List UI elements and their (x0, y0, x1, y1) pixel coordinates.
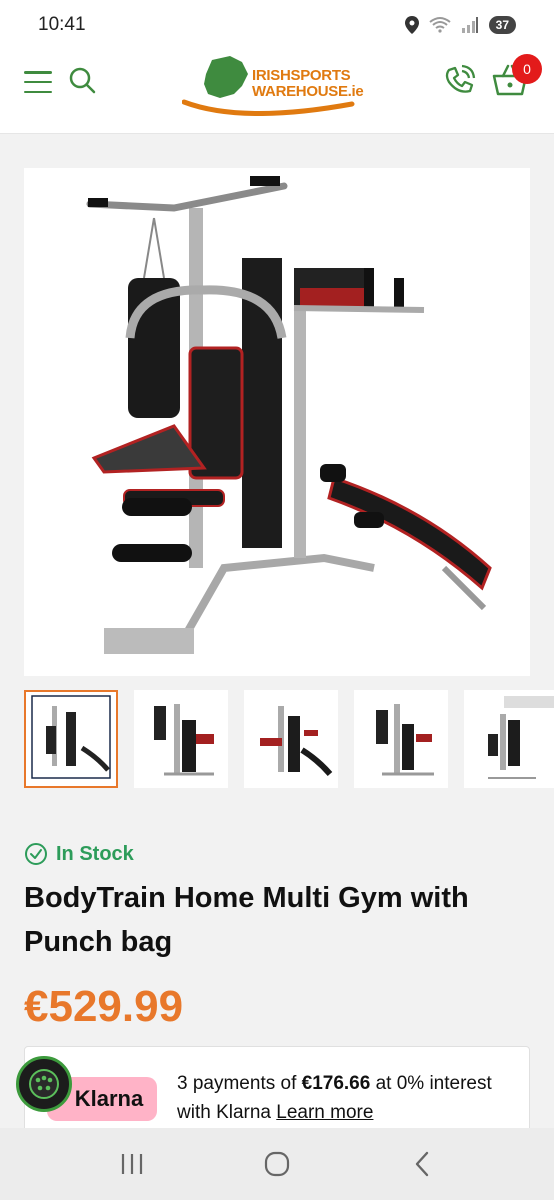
status-time: 10:41 (38, 14, 86, 35)
stock-label: In Stock (56, 842, 134, 865)
thumbnail-5[interactable] (464, 690, 554, 788)
recents-icon[interactable] (112, 1144, 152, 1184)
system-nav-bar (0, 1128, 554, 1200)
chat-icon (29, 1069, 59, 1099)
site-logo[interactable]: IRISHSPORTS WAREHOUSE.ie (181, 54, 372, 116)
thumbnail-2[interactable] (134, 690, 228, 788)
product-main-image[interactable] (24, 168, 530, 676)
klarna-payment-box: Klarna 3 payments of €176.66 at 0% inter… (24, 1046, 530, 1136)
signal-icon (461, 17, 478, 33)
product-price: €529.99 (24, 982, 184, 1031)
thumbnail-4[interactable] (354, 690, 448, 788)
phone-icon[interactable] (440, 62, 478, 100)
home-icon[interactable] (257, 1144, 297, 1184)
product-thumbnails (24, 690, 554, 788)
back-icon[interactable] (402, 1144, 442, 1184)
battery-level: 37 (488, 16, 516, 34)
logo-text: IRISHSPORTS WAREHOUSE.ie (252, 67, 364, 100)
thumbnail-3[interactable] (244, 690, 338, 788)
multi-gym-image (86, 176, 492, 654)
chat-button[interactable] (16, 1056, 72, 1112)
status-bar: 10:41 37 (0, 0, 554, 50)
klarna-text-prefix: 3 payments of (177, 1073, 302, 1094)
menu-icon[interactable] (24, 68, 52, 96)
wifi-icon (429, 17, 451, 33)
status-icons: 37 (404, 16, 516, 34)
cart-count-badge: 0 (512, 54, 542, 84)
klarna-learn-more-link[interactable]: Learn more (276, 1102, 373, 1123)
check-circle-icon (25, 843, 47, 865)
stock-status: In Stock (24, 842, 134, 866)
logo-line-1: IRISHSPORTS (252, 67, 351, 84)
site-header: IRISHSPORTS WAREHOUSE.ie 0 (0, 50, 554, 134)
logo-line-2: WAREHOUSE.ie (252, 83, 364, 100)
search-icon[interactable] (66, 64, 100, 98)
location-icon (404, 16, 419, 34)
thumbnail-1[interactable] (24, 690, 118, 788)
product-title: BodyTrain Home Multi Gym with Punch bag (24, 882, 469, 958)
klarna-message: 3 payments of €176.66 at 0% interest wit… (177, 1069, 517, 1127)
klarna-amount: €176.66 (301, 1073, 371, 1094)
